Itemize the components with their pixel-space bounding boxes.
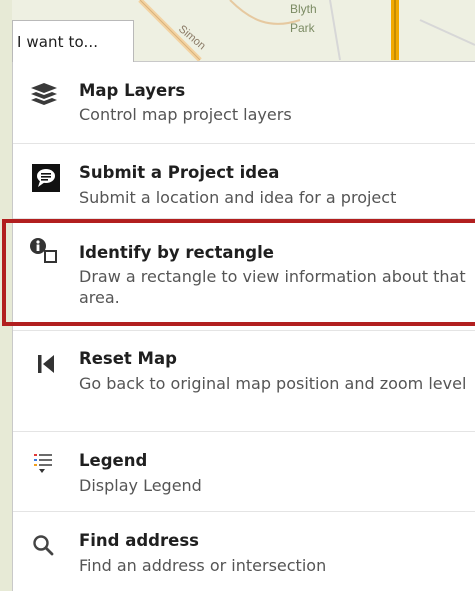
- menu-item-reset-map[interactable]: Reset Map Go back to original map positi…: [13, 331, 475, 432]
- menu-item-description: Find an address or intersection: [79, 556, 327, 575]
- layers-icon: [29, 80, 59, 110]
- search-icon: [28, 530, 58, 560]
- menu-item-identify-by-rectangle[interactable]: Identify by rectangle Draw a rectangle t…: [13, 219, 475, 331]
- menu-item-title: Find address: [79, 531, 199, 550]
- comment-icon: [32, 164, 60, 192]
- menu-item-description: Submit a location and idea for a project: [79, 188, 397, 207]
- menu-item-map-layers[interactable]: Map Layers Control map project layers: [13, 62, 475, 144]
- i-want-to-panel: Map Layers Control map project layers Su…: [12, 61, 475, 591]
- legend-icon: [28, 448, 58, 478]
- menu-item-title: Submit a Project idea: [79, 163, 280, 182]
- menu-item-description: Control map project layers: [79, 105, 292, 124]
- menu-item-title: Identify by rectangle: [79, 243, 274, 262]
- i-want-to-tab[interactable]: I want to...: [12, 20, 134, 62]
- menu-item-submit-project-idea[interactable]: Submit a Project idea Submit a location …: [13, 144, 475, 219]
- menu-item-description: Display Legend: [79, 476, 202, 495]
- i-want-to-label: I want to...: [17, 32, 99, 51]
- menu-item-description: Draw a rectangle to view information abo…: [79, 267, 466, 307]
- menu-item-title: Reset Map: [79, 349, 177, 368]
- menu-item-description: Go back to original map position and zoo…: [79, 374, 467, 393]
- map-label-park: Park: [290, 21, 316, 35]
- menu-item-title: Map Layers: [79, 81, 186, 100]
- reset-map-icon: [31, 349, 61, 379]
- identify-rectangle-icon: [29, 237, 59, 267]
- menu-item-legend[interactable]: Legend Display Legend: [13, 432, 475, 512]
- menu-item-find-address[interactable]: Find address Find an address or intersec…: [13, 512, 475, 592]
- map-label-blyth: Blyth: [290, 2, 317, 16]
- menu-item-title: Legend: [79, 451, 148, 470]
